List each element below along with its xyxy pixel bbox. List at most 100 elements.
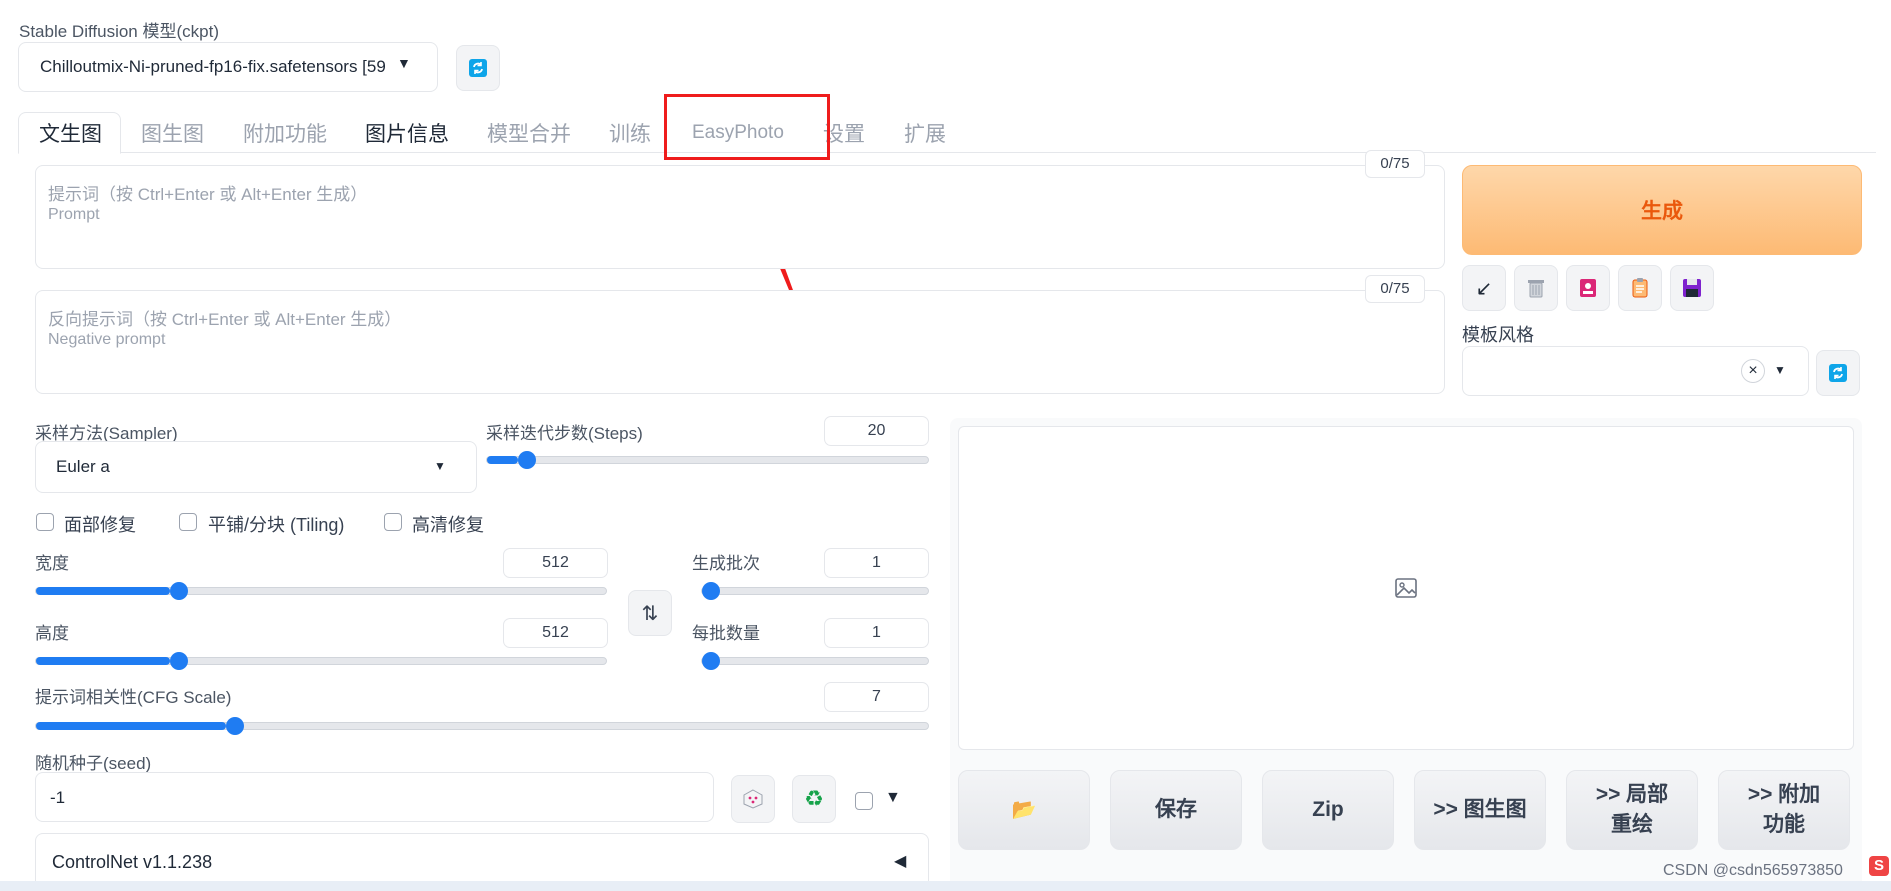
arrow-down-left-icon: ↙ bbox=[1475, 277, 1493, 300]
read-params-button[interactable]: ↙ bbox=[1462, 265, 1506, 311]
steps-input[interactable]: 20 bbox=[824, 416, 929, 446]
watermark-text: CSDN @csdn565973850 bbox=[1663, 862, 1843, 879]
refresh-icon bbox=[469, 59, 487, 77]
zip-button[interactable]: Zip bbox=[1262, 770, 1394, 850]
model-select[interactable]: Chilloutmix-Ni-pruned-fp16-fix.safetenso… bbox=[18, 42, 438, 92]
send-to-img2img-button[interactable]: >> 图生图 bbox=[1414, 770, 1546, 850]
random-seed-button[interactable] bbox=[731, 775, 775, 823]
chevron-down-icon: ▼ bbox=[1774, 363, 1786, 377]
tab-train[interactable]: 训练 bbox=[609, 118, 651, 148]
sampler-value: Euler a bbox=[56, 457, 110, 476]
batch-size-label: 每批数量 bbox=[692, 624, 760, 643]
face-restore-checkbox[interactable] bbox=[36, 513, 54, 531]
batch-size-slider[interactable] bbox=[701, 652, 929, 670]
width-label: 宽度 bbox=[35, 554, 69, 573]
generate-button[interactable]: 生成 bbox=[1462, 165, 1862, 255]
hires-fix-checkbox[interactable] bbox=[384, 513, 402, 531]
cfg-slider-thumb[interactable] bbox=[225, 717, 244, 735]
height-slider-thumb[interactable] bbox=[169, 652, 188, 670]
clipboard-icon bbox=[1632, 278, 1648, 298]
batch-count-slider-thumb[interactable] bbox=[702, 582, 720, 600]
sampler-select[interactable]: Euler a ▼ bbox=[35, 441, 477, 493]
cfg-label: 提示词相关性(CFG Scale) bbox=[35, 688, 232, 707]
model-label: Stable Diffusion 模型(ckpt) bbox=[19, 22, 219, 41]
batch-count-label: 生成批次 bbox=[692, 554, 760, 573]
cfg-input[interactable]: 7 bbox=[824, 682, 929, 712]
save-style-button[interactable] bbox=[1670, 265, 1714, 311]
image-placeholder-icon bbox=[1395, 578, 1417, 598]
controlnet-label: ControlNet v1.1.238 bbox=[52, 852, 213, 872]
dice-icon bbox=[743, 789, 763, 809]
negative-prompt-placeholder: 反向提示词（按 Ctrl+Enter 或 Alt+Enter 生成） bbox=[48, 310, 402, 329]
hires-fix-label: 高清修复 bbox=[412, 515, 484, 535]
tab-extensions[interactable]: 扩展 bbox=[904, 118, 946, 148]
style-select[interactable]: × ▼ bbox=[1462, 346, 1809, 396]
tab-txt2img[interactable]: 文生图 bbox=[39, 118, 102, 148]
triangle-down-icon[interactable]: ▼ bbox=[885, 789, 901, 807]
seed-label: 随机种子(seed) bbox=[35, 754, 152, 773]
steps-slider-thumb[interactable] bbox=[517, 451, 536, 469]
width-slider[interactable] bbox=[35, 582, 607, 600]
clear-prompt-button[interactable] bbox=[1514, 265, 1558, 311]
width-slider-fill bbox=[36, 587, 170, 595]
recycle-icon: ♻ bbox=[804, 786, 824, 811]
tiling-checkbox[interactable] bbox=[179, 513, 197, 531]
cfg-slider-fill bbox=[36, 722, 226, 730]
csdn-logo-icon: S bbox=[1869, 856, 1889, 876]
seed-input[interactable]: -1 bbox=[35, 772, 714, 822]
extra-seed-checkbox[interactable] bbox=[855, 792, 873, 810]
model-select-value: Chilloutmix-Ni-pruned-fp16-fix.safetenso… bbox=[40, 57, 385, 76]
chevron-down-icon: ▼ bbox=[397, 55, 411, 71]
trash-icon bbox=[1528, 280, 1544, 298]
prompt-token-counter: 0/75 bbox=[1365, 150, 1425, 178]
height-slider[interactable] bbox=[35, 652, 607, 670]
reuse-seed-button[interactable]: ♻ bbox=[792, 775, 836, 823]
cfg-slider[interactable] bbox=[35, 717, 929, 735]
negative-prompt-input[interactable]: 反向提示词（按 Ctrl+Enter 或 Alt+Enter 生成） Negat… bbox=[35, 290, 1445, 394]
seed-value: -1 bbox=[50, 788, 66, 807]
annotation-highlight-box bbox=[664, 94, 830, 160]
show-extra-networks-button[interactable] bbox=[1566, 265, 1610, 311]
apply-style-button[interactable] bbox=[1618, 265, 1662, 311]
clear-icon[interactable]: × bbox=[1741, 359, 1765, 383]
prompt-placeholder-en: Prompt bbox=[48, 206, 100, 223]
height-input[interactable]: 512 bbox=[503, 618, 608, 648]
swap-arrows-icon: ⇅ bbox=[641, 602, 659, 625]
tab-divider bbox=[18, 152, 1876, 153]
steps-slider-fill bbox=[487, 456, 518, 464]
prompt-placeholder: 提示词（按 Ctrl+Enter 或 Alt+Enter 生成） bbox=[48, 185, 368, 204]
batch-count-slider[interactable] bbox=[701, 582, 929, 600]
style-label: 模板风格 bbox=[1462, 325, 1534, 345]
steps-slider[interactable] bbox=[486, 451, 929, 469]
horizontal-scrollbar[interactable] bbox=[0, 881, 1891, 891]
open-folder-button[interactable]: 📂 bbox=[958, 770, 1090, 850]
tab-merge[interactable]: 模型合并 bbox=[487, 118, 571, 148]
swap-dimensions-button[interactable]: ⇅ bbox=[628, 590, 672, 636]
tab-png-info[interactable]: 图片信息 bbox=[365, 118, 449, 148]
send-to-extras-button[interactable]: >> 附加功能 bbox=[1718, 770, 1850, 850]
red-card-icon bbox=[1580, 279, 1596, 297]
batch-size-slider-thumb[interactable] bbox=[702, 652, 720, 670]
tiling-label: 平铺/分块 (Tiling) bbox=[208, 515, 345, 535]
output-gallery[interactable] bbox=[958, 426, 1854, 750]
batch-size-input[interactable]: 1 bbox=[824, 618, 929, 648]
tab-extras[interactable]: 附加功能 bbox=[243, 118, 327, 148]
chevron-down-icon: ▼ bbox=[434, 459, 446, 473]
negative-prompt-placeholder-en: Negative prompt bbox=[48, 331, 166, 348]
collapse-arrow-icon: ◀ bbox=[894, 853, 907, 870]
send-to-inpaint-button[interactable]: >> 局部重绘 bbox=[1566, 770, 1698, 850]
prompt-input[interactable]: 提示词（按 Ctrl+Enter 或 Alt+Enter 生成） Prompt bbox=[35, 165, 1445, 269]
width-input[interactable]: 512 bbox=[503, 548, 608, 578]
steps-label: 采样迭代步数(Steps) bbox=[486, 424, 643, 443]
refresh-model-button[interactable] bbox=[456, 45, 500, 91]
width-slider-thumb[interactable] bbox=[169, 582, 188, 600]
refresh-icon bbox=[1829, 364, 1847, 382]
face-restore-label: 面部修复 bbox=[64, 515, 136, 535]
batch-count-input[interactable]: 1 bbox=[824, 548, 929, 578]
refresh-style-button[interactable] bbox=[1816, 350, 1860, 396]
height-slider-fill bbox=[36, 657, 170, 665]
negative-prompt-token-counter: 0/75 bbox=[1365, 275, 1425, 303]
tab-img2img[interactable]: 图生图 bbox=[141, 118, 204, 148]
save-button[interactable]: 保存 bbox=[1110, 770, 1242, 850]
height-label: 高度 bbox=[35, 624, 69, 643]
